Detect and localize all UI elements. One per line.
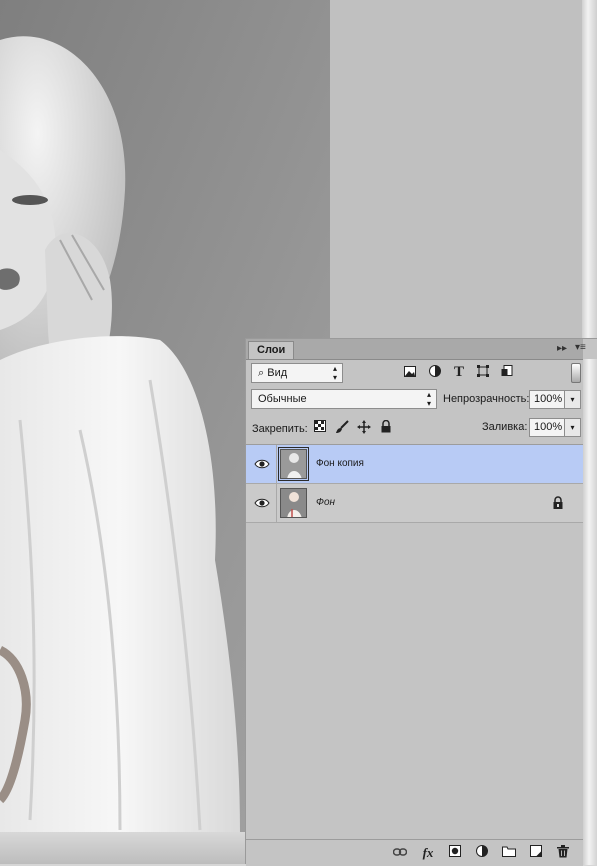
smart-object-filter-icon[interactable] bbox=[499, 365, 515, 381]
shape-filter-icon[interactable] bbox=[475, 365, 491, 381]
chevron-down-icon[interactable]: ▾ bbox=[565, 418, 581, 437]
filter-label: Вид bbox=[267, 367, 288, 379]
fill-input[interactable]: 100% bbox=[529, 418, 565, 437]
new-layer-icon[interactable] bbox=[528, 845, 544, 861]
type-filter-icon[interactable]: T bbox=[451, 364, 467, 380]
panel-footer: fx bbox=[246, 839, 583, 866]
lock-transparent-icon[interactable] bbox=[312, 420, 328, 436]
tab-layers[interactable]: Слои bbox=[248, 341, 295, 359]
add-mask-icon[interactable] bbox=[447, 845, 463, 861]
chevron-updown-icon: ▴ ▾ bbox=[332, 364, 337, 382]
chevron-down-icon[interactable]: ▾ bbox=[565, 390, 581, 409]
link-layers-icon[interactable] bbox=[392, 845, 408, 861]
fill-label: Заливка: bbox=[482, 421, 528, 433]
layers-list: Фон копия Фон bbox=[246, 444, 583, 840]
blend-mode-dropdown[interactable]: Обычные ▴ ▾ bbox=[251, 389, 437, 409]
lock-all-icon[interactable] bbox=[378, 419, 394, 436]
divider bbox=[276, 445, 277, 483]
opacity-input[interactable]: 100% bbox=[529, 390, 565, 409]
opacity-label: Непрозрачность: bbox=[443, 393, 530, 405]
search-icon: ⌕ bbox=[258, 367, 265, 379]
lock-label: Закрепить: bbox=[252, 423, 308, 435]
collapse-panel-icon[interactable]: ▸▸ bbox=[557, 342, 567, 356]
delete-layer-icon[interactable] bbox=[555, 845, 571, 861]
layer-row[interactable]: Фон копия bbox=[246, 445, 583, 484]
filter-toggle-switch[interactable] bbox=[571, 363, 581, 383]
layer-filter-dropdown[interactable]: ⌕ Вид ▴ ▾ bbox=[251, 363, 343, 383]
panel-titlebar: Слои ▸▸ ▾≡ bbox=[246, 339, 586, 360]
layer-thumbnail[interactable] bbox=[278, 447, 309, 481]
layer-row[interactable]: Фон bbox=[246, 484, 583, 523]
layer-name[interactable]: Фон копия bbox=[316, 458, 364, 470]
layers-panel: Слои ▸▸ ▾≡ ⌕ Вид ▴ ▾ T Обычные ▴ ▾ Непрозр… bbox=[245, 338, 597, 866]
canvas-bottom-edge bbox=[0, 832, 248, 864]
eye-icon[interactable] bbox=[254, 457, 270, 471]
lock-position-icon[interactable] bbox=[356, 420, 372, 436]
adjustment-layer-icon[interactable] bbox=[474, 845, 490, 861]
fx-icon[interactable]: fx bbox=[420, 845, 436, 861]
pasteboard bbox=[330, 0, 582, 338]
divider bbox=[276, 484, 277, 522]
image-filter-icon[interactable] bbox=[402, 365, 418, 381]
chevron-updown-icon: ▴ ▾ bbox=[426, 390, 431, 408]
lock-image-icon[interactable] bbox=[334, 420, 350, 436]
layer-name[interactable]: Фон bbox=[316, 497, 335, 509]
panel-menu-icon[interactable]: ▾≡ bbox=[575, 341, 586, 355]
eye-icon[interactable] bbox=[254, 496, 270, 510]
adjustment-filter-icon[interactable] bbox=[427, 365, 443, 381]
new-group-icon[interactable] bbox=[501, 845, 517, 861]
blend-mode-value: Обычные bbox=[258, 393, 307, 405]
lock-icon bbox=[553, 496, 563, 509]
layer-thumbnail[interactable] bbox=[280, 488, 307, 518]
panel-scrollbar[interactable] bbox=[583, 359, 597, 865]
